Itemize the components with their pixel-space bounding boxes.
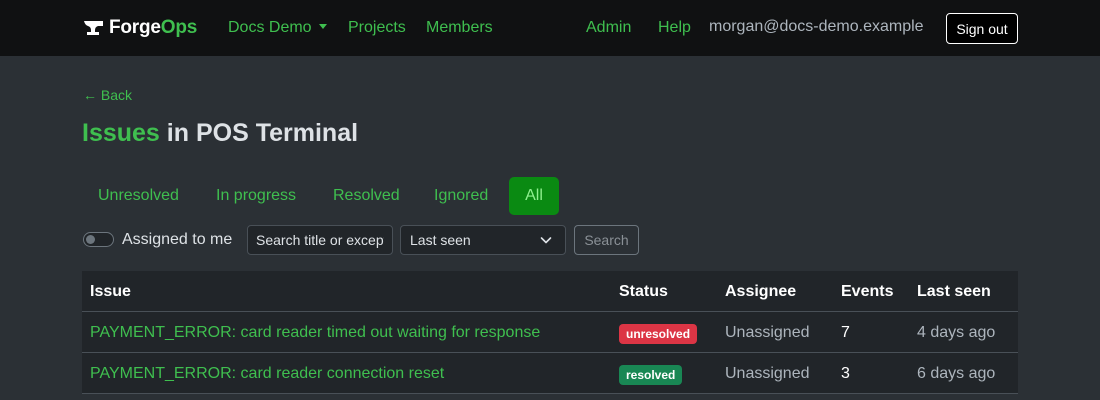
events-count: 3 xyxy=(841,365,850,382)
page-title: Issues in POS Terminal xyxy=(82,119,358,148)
sort-select[interactable]: Last seen xyxy=(400,225,566,255)
last-seen-cell: 6 days ago xyxy=(917,365,996,382)
assignee-cell: Unassigned xyxy=(725,365,810,382)
tab-resolved[interactable]: Resolved xyxy=(318,177,415,215)
column-header-status: Status xyxy=(619,283,668,300)
nav-projects[interactable]: Projects xyxy=(348,18,406,38)
search-button[interactable]: Search xyxy=(574,225,639,255)
toggle-knob xyxy=(86,235,95,244)
top-navbar: ForgeOps Docs Demo Projects Members Admi… xyxy=(0,0,1100,56)
tab-ignored[interactable]: Ignored xyxy=(419,177,503,215)
anvil-icon xyxy=(84,21,103,35)
last-seen-cell: 4 days ago xyxy=(917,324,996,341)
sign-out-button[interactable]: Sign out xyxy=(946,13,1018,44)
column-header-last-seen: Last seen xyxy=(917,283,991,300)
nav-admin[interactable]: Admin xyxy=(586,18,631,38)
events-count: 7 xyxy=(841,324,850,341)
brand-logo[interactable]: ForgeOps xyxy=(83,16,197,40)
table-row: PAYMENT_ERROR: card reader timed out wai… xyxy=(82,312,1018,353)
issues-table: Issue Status Assignee Events Last seen P… xyxy=(82,271,1018,394)
column-header-issue: Issue xyxy=(90,283,131,300)
column-header-events: Events xyxy=(841,283,894,300)
brand-name-ops: Ops xyxy=(160,17,198,38)
caret-down-icon xyxy=(318,24,327,29)
project-name: in POS Terminal xyxy=(159,119,359,147)
table-row: PAYMENT_ERROR: card reader connection re… xyxy=(82,353,1018,394)
tab-unresolved[interactable]: Unresolved xyxy=(83,177,194,215)
chevron-down-icon xyxy=(540,237,552,244)
user-email: morgan@docs-demo.example xyxy=(709,18,924,35)
tab-all[interactable]: All xyxy=(509,177,559,215)
sort-select-value: Last seen xyxy=(410,232,471,248)
status-badge: unresolved xyxy=(619,324,698,344)
status-badge: resolved xyxy=(619,365,683,385)
issue-title-link[interactable]: PAYMENT_ERROR: card reader timed out wai… xyxy=(90,324,540,342)
assigned-to-me-label: Assigned to me xyxy=(122,231,233,248)
brand-name-forge: Forge xyxy=(109,17,161,38)
issues-title-link[interactable]: Issues xyxy=(82,119,160,147)
org-dropdown-label: Docs Demo xyxy=(228,19,312,36)
nav-help[interactable]: Help xyxy=(658,18,691,38)
assigned-to-me-toggle[interactable] xyxy=(83,232,114,247)
column-header-assignee: Assignee xyxy=(725,283,797,300)
back-link[interactable]: ← Back xyxy=(83,87,132,103)
org-dropdown[interactable]: Docs Demo xyxy=(228,18,327,38)
tab-in-progress[interactable]: In progress xyxy=(201,177,311,215)
table-header: Issue Status Assignee Events Last seen xyxy=(82,271,1018,312)
issue-title-link[interactable]: PAYMENT_ERROR: card reader connection re… xyxy=(90,365,444,383)
assignee-cell: Unassigned xyxy=(725,324,810,341)
search-input[interactable] xyxy=(247,225,393,255)
nav-members[interactable]: Members xyxy=(426,18,493,38)
